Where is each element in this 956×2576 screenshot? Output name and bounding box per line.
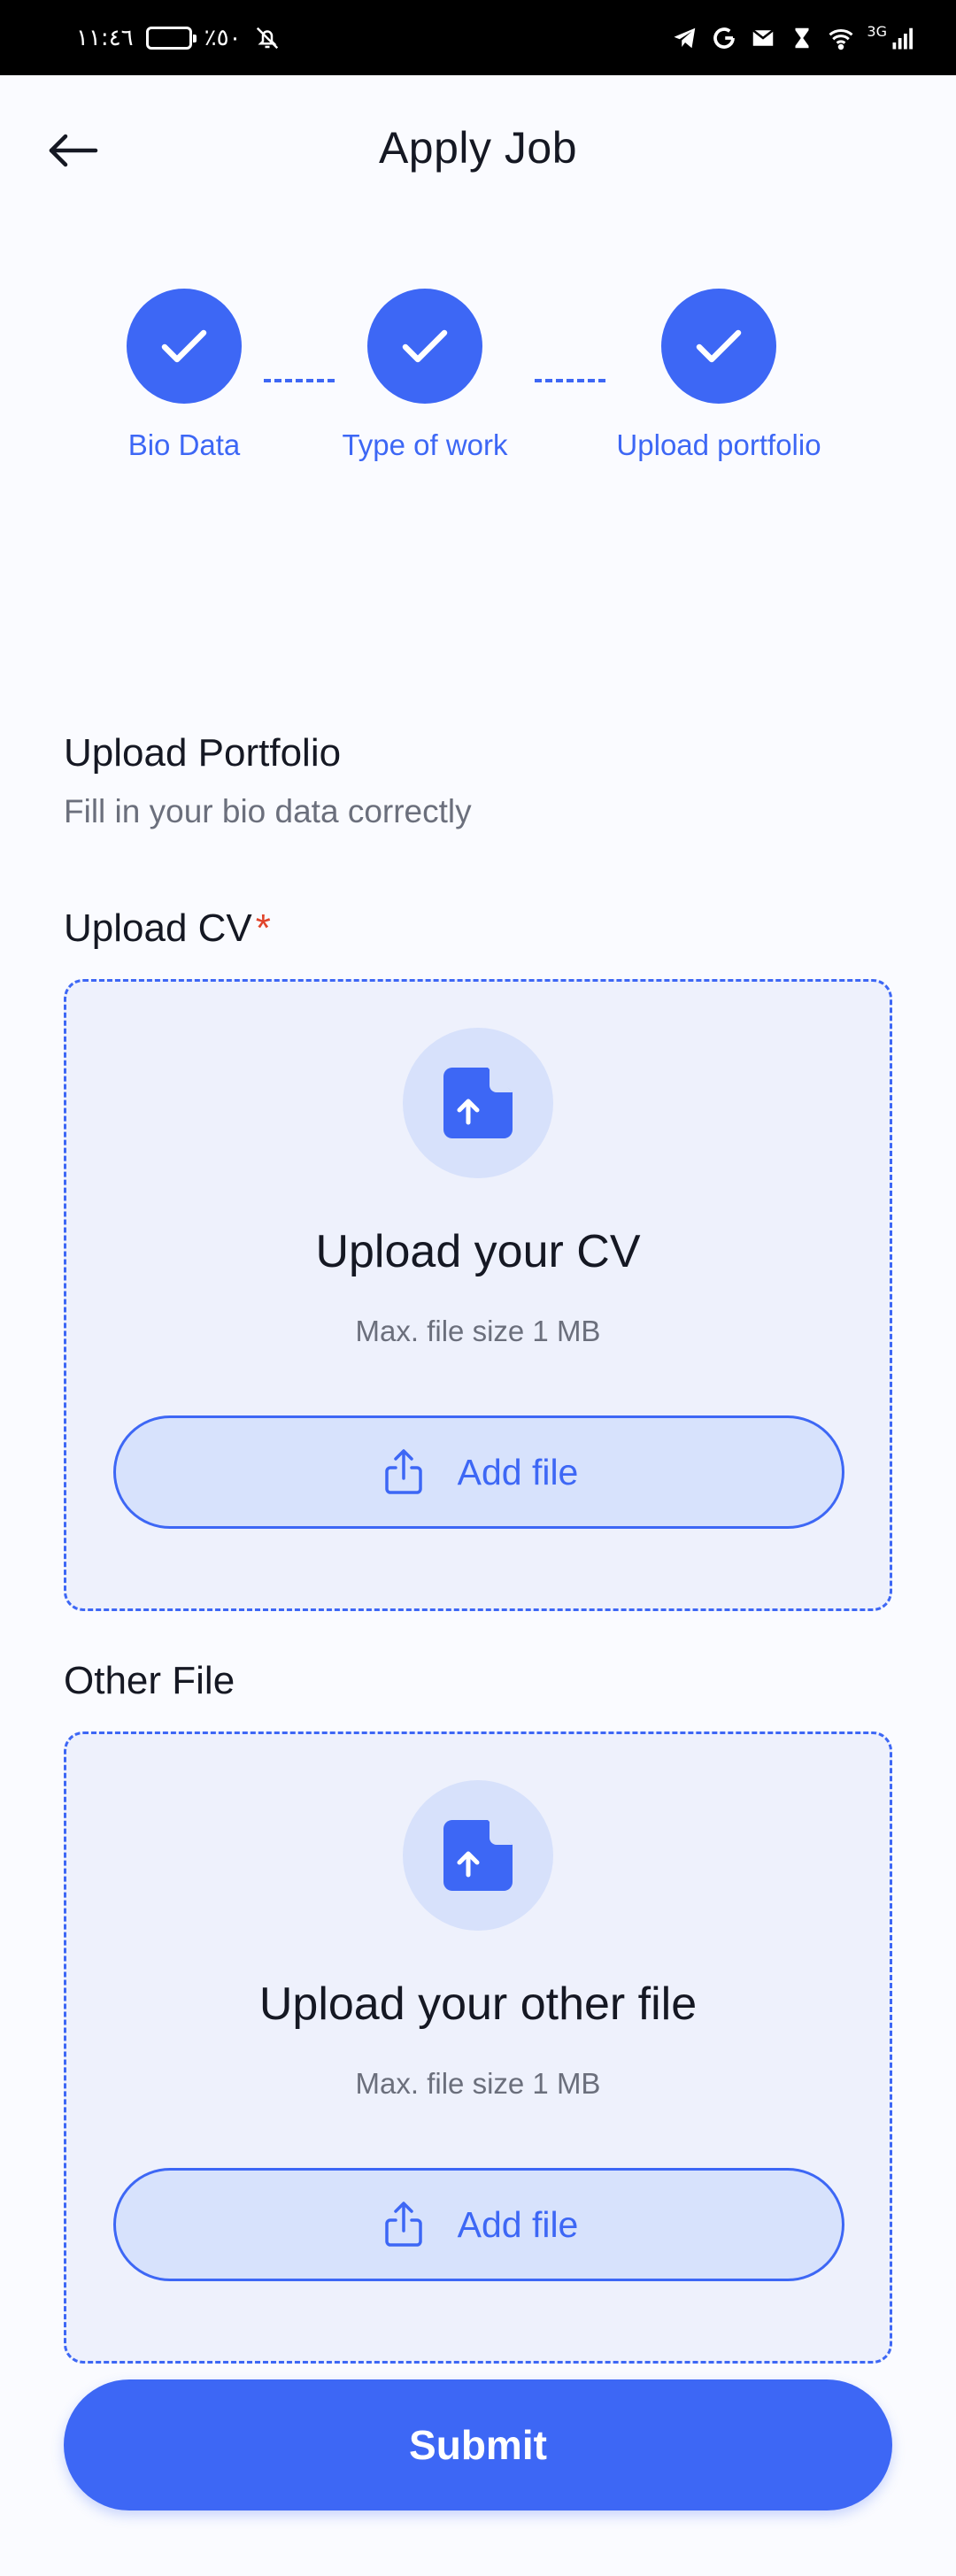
other-upload-title: Upload your other file: [258, 1978, 698, 2030]
other-add-file-button[interactable]: Add file: [113, 2168, 844, 2281]
step-label: Type of work: [342, 428, 508, 461]
check-icon: [161, 329, 207, 363]
step-type-of-work[interactable]: Type of work: [283, 289, 567, 462]
file-upload-icon: [443, 1068, 513, 1138]
add-file-label: Add file: [457, 1451, 579, 1492]
check-icon: [402, 329, 448, 363]
cv-upload-hint: Max. file size 1 MB: [355, 1315, 601, 1347]
other-file-label: Other File: [64, 1659, 235, 1702]
status-bar-left: ١١:٤٦ ٪٥٠: [76, 25, 281, 51]
google-icon: [711, 25, 737, 51]
cv-add-file-button[interactable]: Add file: [113, 1415, 844, 1529]
step-label: Upload portfolio: [616, 428, 821, 461]
network-type: 3G: [867, 23, 887, 40]
file-upload-icon: [443, 1820, 513, 1891]
check-icon: [696, 329, 742, 363]
file-upload-icon-badge: [403, 1028, 553, 1178]
add-file-label: Add file: [457, 2203, 579, 2245]
section-title: Upload Portfolio: [64, 731, 342, 775]
page-title: Apply Job: [378, 123, 578, 173]
other-file-dropzone[interactable]: Upload your other file Max. file size 1 …: [64, 1731, 892, 2364]
cv-upload-title: Upload your CV: [315, 1226, 641, 1277]
hourglass-icon: [789, 25, 815, 51]
share-upload-icon: [384, 1449, 422, 1494]
step-label: Bio Data: [127, 428, 241, 461]
battery-icon: [145, 26, 197, 50]
upload-cv-label-text: Upload CV: [64, 906, 252, 950]
telegram-icon: [672, 25, 698, 51]
bell-off-icon: [254, 25, 281, 51]
status-bar-right: 3G: [672, 23, 917, 51]
step-complete-circle: [661, 289, 776, 404]
progress-stepper: Bio Data Type of work Upload portfolio: [0, 289, 956, 474]
status-time: ١١:٤٦: [76, 24, 134, 51]
required-asterisk: *: [255, 906, 271, 950]
share-upload-icon: [384, 2202, 422, 2247]
other-upload-hint: Max. file size 1 MB: [355, 2067, 601, 2100]
battery-percent: ٪٥٠: [204, 24, 242, 51]
submit-button[interactable]: Submit: [64, 2379, 892, 2510]
section-subtitle: Fill in your bio data correctly: [64, 793, 472, 829]
step-complete-circle: [127, 289, 242, 404]
submit-label: Submit: [409, 2422, 547, 2468]
wifi-icon: [828, 25, 854, 51]
step-complete-circle: [367, 289, 482, 404]
mail-icon: [750, 25, 776, 51]
upload-cv-label: Upload CV*: [64, 906, 271, 951]
apply-job-screen: ١١:٤٦ ٪٥٠ 3G Apply Job Bio Data Type of …: [0, 0, 956, 2576]
signal-icon: [890, 25, 917, 51]
status-bar: ١١:٤٦ ٪٥٠ 3G: [0, 0, 956, 75]
file-upload-icon-badge: [403, 1780, 553, 1931]
step-upload-portfolio[interactable]: Upload portfolio: [577, 289, 860, 462]
cv-dropzone[interactable]: Upload your CV Max. file size 1 MB Add f…: [64, 979, 892, 1611]
